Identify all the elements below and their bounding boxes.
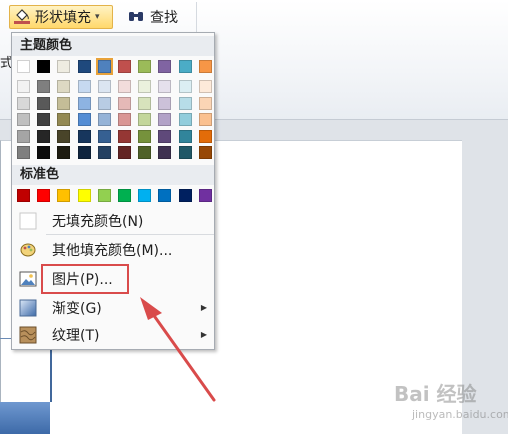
annotation-arrow [140, 297, 216, 402]
watermark-url: jingyan.baidu.com [412, 408, 508, 421]
watermark-logo: Bai 经验 [394, 382, 477, 406]
